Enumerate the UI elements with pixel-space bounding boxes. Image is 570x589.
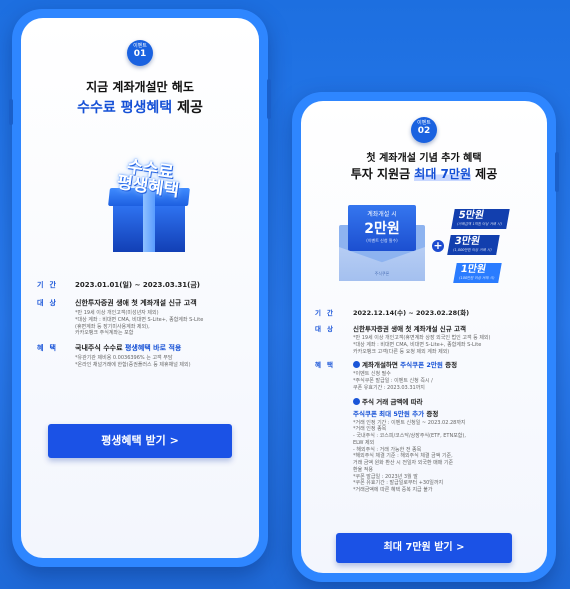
badge-number: 02 (417, 125, 431, 136)
detail-note: 쿠폰 유효기간 : 2023.03.31까지 (353, 384, 425, 391)
event-title-highlight: 최대 7만원 (414, 167, 471, 181)
benefit-1-suffix: 증정 (442, 361, 458, 370)
detail-note: 거래 금액 원화 환산 시 전일자 외국환 매매 기준 (353, 460, 454, 466)
event-title: 투자 지원금 최대 7만원 제공 (301, 165, 547, 182)
detail-value: 신한투자증권 생애 첫 계좌개설 신규 고객 (353, 325, 466, 333)
event-title: 수수료 평생혜택 제공 (21, 97, 259, 117)
step-2-icon (353, 397, 360, 405)
reward-amount: 3만원 (453, 236, 481, 247)
detail-row-period: 기간 2022.12.14(수) ~ 2023.02.28(화) (315, 307, 535, 319)
detail-label: 혜택 (37, 344, 62, 352)
coupon-label: 계좌개설 시 (367, 211, 397, 218)
event-subtitle: 첫 계좌개설 기념 추가 혜택 (366, 153, 482, 164)
event-card-1: 이벤트 01 지금 계좌개설만 해도 수수료 평생혜택 제공 수수료 평생혜택 … (21, 18, 259, 558)
coupon-envelope-illustration: 계좌개설 시 2만원 (이벤트 신청 필수) 주식쿠폰 (339, 205, 425, 281)
detail-label: 기간 (315, 309, 339, 317)
detail-note: *유관기관 제비용 0.0036396% 는 고객 부담 (75, 355, 173, 361)
benefit-2-suffix: 증정 (424, 409, 439, 418)
event-title-highlight: 수수료 평생혜택 (77, 100, 173, 116)
detail-row-target: 대상 신한투자증권 생애 첫 계좌개설 신규 고객 *만 19세 이상 개인고객… (315, 323, 535, 355)
reward-tag-3: 3만원 (1,000만원 이상 거래 시) (447, 235, 500, 255)
detail-row-benefit: 혜택 계좌개설하면 주식쿠폰 2만원 증정 *이벤트 신청 필수 *주식쿠폰 발… (315, 359, 535, 494)
detail-note: - 국내주식 : 코스피/코스닥/상장주식(ETF, ETN포함), (353, 433, 466, 439)
lifetime-benefit-button[interactable]: 평생혜택 받기 > (48, 424, 232, 458)
plus-icon: + (432, 239, 444, 252)
detail-note: *만 19세 이상 개인고객(미성년자 제외) (75, 310, 159, 316)
detail-note: *만 19세 이상 개인고객(휴면계좌 상장 외국인 법인 고객 등 제외) (353, 335, 491, 341)
detail-note: *거래 인정 종목 (353, 426, 387, 433)
gift-box-illustration: 수수료 평생혜택 (103, 157, 195, 258)
reward-tag-5: 5만원 (거래금액 1억원 이상 거래 시) (451, 209, 510, 229)
detail-note: *해외주식 체결 기준 : 해외주식 체결 금액 기준, (353, 453, 453, 460)
detail-note: ELW 제외 (353, 439, 375, 446)
detail-row-benefit: 혜택 국내주식 수수료 평생혜택 바로 적용 *유관기관 제비용 0.00363… (37, 343, 247, 369)
reward-tag-1: 1만원 (100만원 이상 거래 시) (453, 263, 503, 283)
detail-label: 대상 (315, 325, 339, 333)
reward-amount: 1만원 (459, 264, 487, 275)
benefit-1-highlight: 주식쿠폰 2만원 (400, 361, 443, 370)
detail-label: 기간 (37, 281, 62, 289)
reward-note: (1,000만원 이상 거래 시) (452, 247, 493, 252)
detail-label: 대상 (37, 299, 62, 307)
detail-note: 환율 적용 (353, 466, 373, 473)
detail-note: 카카오뱅크 고객(다른 등 요청 제외 계좌 제외) (353, 348, 450, 355)
detail-value: 2023.01.01(일) ~ 2023.03.31(금) (75, 281, 200, 289)
detail-value: 신한투자증권 생애 첫 계좌개설 신규 고객 (75, 299, 197, 307)
event-card-2: 이벤트 02 첫 계좌개설 기념 추가 혜택 투자 지원금 최대 7만원 제공 … (301, 101, 547, 573)
detail-label: 혜택 (315, 361, 339, 370)
reward-amount: 5만원 (457, 210, 485, 221)
reward-note: (100만원 이상 거래 시) (458, 275, 495, 280)
phone-side-button (9, 99, 13, 125)
phone-side-button (267, 79, 271, 119)
coupon-amount: 2만원 (364, 221, 400, 237)
detail-note: *대상 계좌 : 비대면 CMA, 비대면 S-Lite+, 종합계좌 S-Li… (353, 341, 482, 348)
event-title-suffix: 제공 (471, 167, 498, 181)
phone-mockup-2: 이벤트 02 첫 계좌개설 기념 추가 혜택 투자 지원금 최대 7만원 제공 … (292, 92, 559, 582)
event-details: 기간 2023.01.01(일) ~ 2023.03.31(금) 대상 신한투자… (37, 280, 247, 375)
detail-note: *거래금액에 따른 혜택 중복 지급 불가 (353, 487, 433, 493)
benefit-1-text: 계좌개설하면 (362, 361, 401, 370)
reward-note: (거래금액 1억원 이상 거래 시) (456, 221, 503, 226)
phone-mockup-1: 이벤트 01 지금 계좌개설만 해도 수수료 평생혜택 제공 수수료 평생혜택 … (9, 9, 271, 567)
event-subtitle: 지금 계좌개설만 해도 (86, 80, 194, 94)
detail-value: 2022.12.14(수) ~ 2023.02.28(화) (353, 309, 470, 317)
detail-note: *쿠폰 유효기간 : 발급일로부터 +30일까지 (353, 480, 444, 487)
detail-note: 카카오뱅크 주식계좌는 포함 (75, 330, 134, 337)
detail-note: *온라인 채널거래에 한함(증권플러스 등 제휴채널 제외) (75, 361, 191, 368)
benefit-2-text: 주식 거래 금액에 따라 (362, 397, 423, 406)
event-badge: 이벤트 02 (411, 117, 437, 143)
detail-value-highlight: 평생혜택 바로 적용 (124, 344, 182, 352)
envelope-label: 주식쿠폰 (374, 271, 390, 276)
event-title-suffix: 제공 (172, 100, 203, 116)
detail-row-target: 대상 신한투자증권 생애 첫 계좌개설 신규 고객 *만 19세 이상 개인고객… (37, 298, 247, 337)
detail-note: *주식쿠폰 발급일 : 이벤트 신청 즉시 / (353, 378, 433, 384)
coupon-note: (이벤트 신청 필수) (366, 238, 398, 243)
event-title-prefix: 투자 지원금 (350, 167, 415, 181)
badge-number: 01 (133, 48, 147, 59)
benefit-2-highlight: 주식쿠폰 최대 5만원 추가 (353, 409, 425, 418)
phone-side-button (555, 152, 559, 192)
event-badge: 이벤트 01 (127, 40, 153, 66)
coupon-card: 계좌개설 시 2만원 (이벤트 신청 필수) (348, 205, 416, 251)
event-details: 기간 2022.12.14(수) ~ 2023.02.28(화) 대상 신한투자… (315, 307, 535, 500)
detail-note: *대상 계좌 : 비대면 CMA, 비대면 S-Lite+, 종합계좌 S-Li… (75, 316, 204, 323)
detail-value: 국내주식 수수료 (75, 344, 125, 352)
max-70k-benefit-button[interactable]: 최대 7만원 받기 > (336, 533, 512, 563)
detail-row-period: 기간 2023.01.01(일) ~ 2023.03.31(금) (37, 280, 247, 292)
detail-note: *이벤트 신청 필수 (353, 371, 391, 378)
step-1-icon (353, 361, 360, 369)
